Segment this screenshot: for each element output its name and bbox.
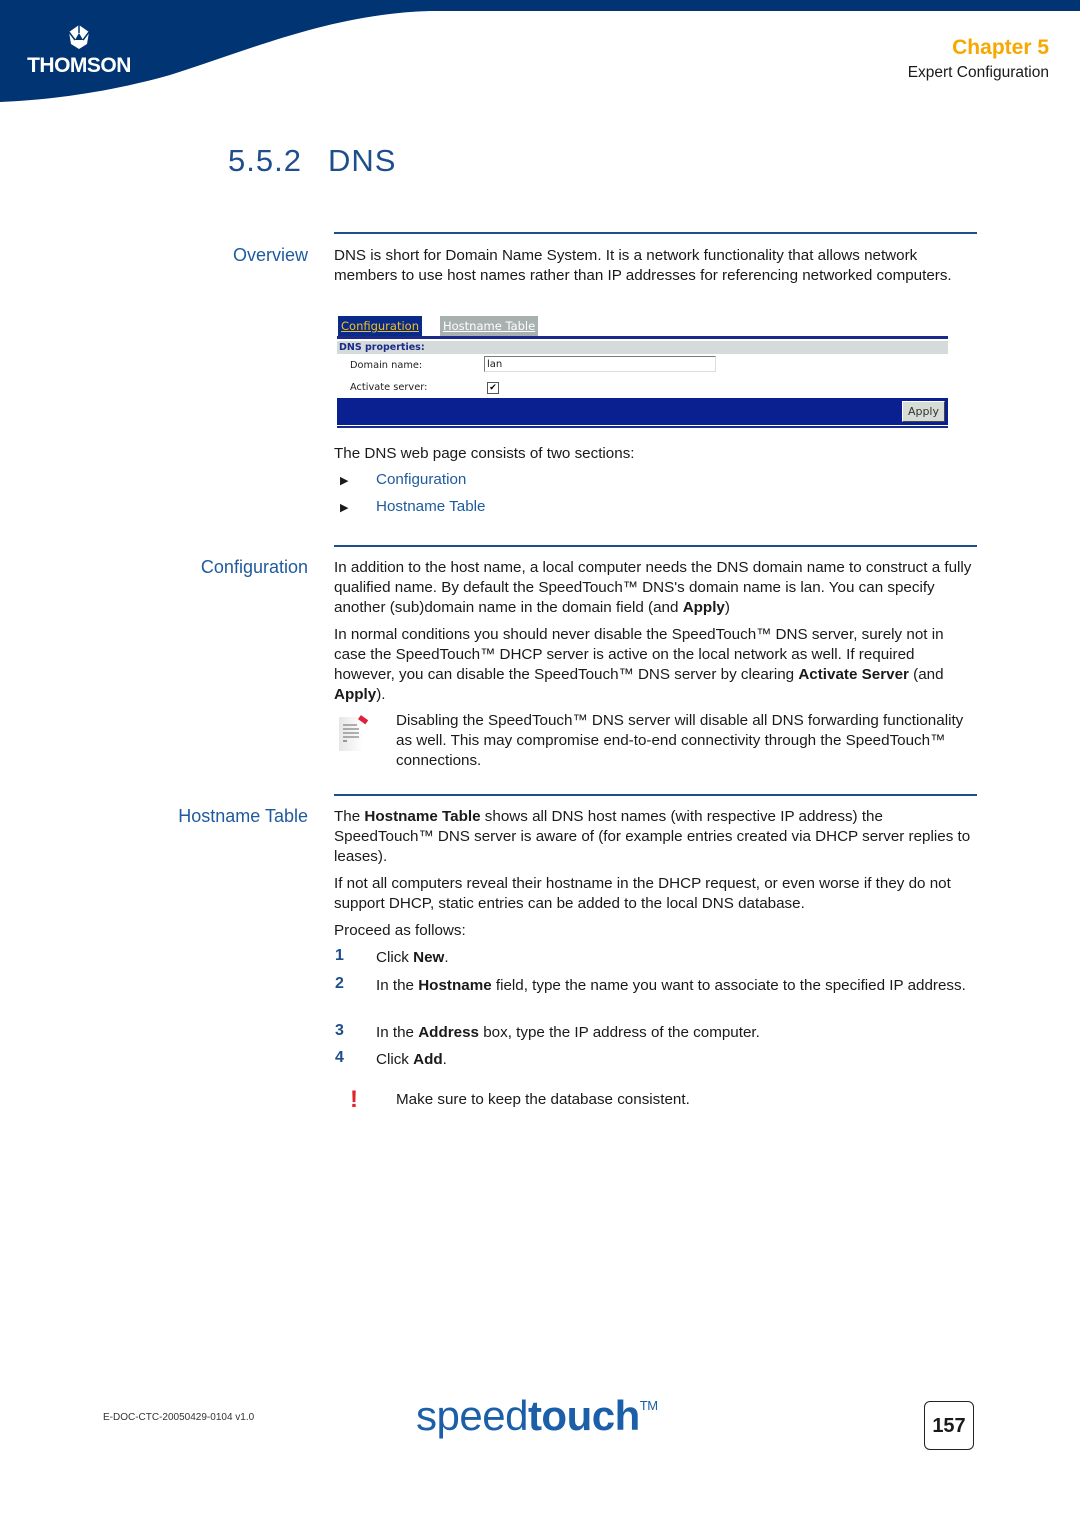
warning-icon: ! (350, 1086, 358, 1113)
trademark: TM (639, 1398, 658, 1413)
note-text: Disabling the SpeedTouch™ DNS server wil… (396, 712, 964, 769)
text: In addition to the host name, a local co… (334, 559, 972, 616)
activate-server-label: Activate server: (350, 382, 428, 393)
step-number: 1 (335, 947, 344, 964)
domain-name-label: Domain name: (350, 360, 423, 371)
logo-light: speed (416, 1392, 528, 1439)
text: box, type the IP address of the computer… (479, 1024, 760, 1041)
section-divider (334, 794, 977, 796)
bullet-icon: ▶ (340, 502, 349, 514)
step-text: Click Add. (376, 1050, 981, 1070)
text: Click (376, 949, 414, 966)
emphasis: Activate Server (798, 666, 909, 683)
text: (and (908, 666, 944, 683)
page-number: 157 (924, 1401, 974, 1450)
chapter-number: Chapter 5 (952, 36, 1049, 59)
text: ). (376, 686, 386, 703)
page-title: 5.5.2 DNS (228, 143, 396, 179)
step-text: In the Address box, type the IP address … (376, 1023, 981, 1043)
tab-hostname-table[interactable]: Hostname Table (440, 316, 539, 336)
step-text: In the Hostname field, type the name you… (376, 976, 981, 996)
text: . (444, 949, 449, 966)
link-hostname-table[interactable]: Hostname Table (376, 498, 485, 515)
section-divider (334, 545, 977, 547)
emphasis: Apply (682, 599, 725, 616)
apply-button[interactable]: Apply (901, 401, 945, 422)
text: In the (376, 1024, 419, 1041)
text: Click (376, 1051, 414, 1068)
step-number: 4 (335, 1049, 344, 1066)
warning-text: Make sure to keep the database consisten… (396, 1091, 690, 1108)
thomson-logo: THOMSON (24, 24, 134, 78)
text: The (334, 808, 365, 825)
section-title: DNS (327, 143, 397, 178)
hostname-paragraph-2: If not all computers reveal their hostna… (334, 875, 951, 912)
thomson-mark-icon (68, 25, 90, 49)
domain-name-input[interactable]: lan (484, 356, 716, 372)
chapter-heading: Chapter 5 Expert Configuration (908, 36, 1049, 82)
emphasis: Add (413, 1051, 443, 1068)
bullet-icon: ▶ (340, 475, 349, 487)
configuration-label: Configuration (200, 557, 308, 577)
chapter-subtitle: Expert Configuration (907, 64, 1049, 81)
text: . (442, 1051, 447, 1068)
brand-name: THOMSON (27, 54, 131, 77)
logo-bold: touch (527, 1392, 640, 1439)
dns-properties-header: DNS properties: (337, 341, 948, 354)
emphasis: Apply (334, 686, 377, 703)
emphasis: Hostname (418, 977, 492, 994)
dns-webui-screenshot: Configuration Hostname Table DNS propert… (337, 314, 948, 430)
hostname-table-label: Hostname Table (178, 806, 308, 826)
step-text: Click New. (376, 948, 981, 968)
overview-text: DNS is short for Domain Name System. It … (334, 247, 952, 284)
emphasis: Address (418, 1024, 479, 1041)
speedtouch-logo: speedtouchTM (416, 1392, 658, 1440)
text: In the (376, 977, 419, 994)
section-divider (334, 232, 977, 234)
emphasis: New (413, 949, 445, 966)
webui-action-bar: Apply (337, 398, 948, 425)
configuration-paragraph-1: In addition to the host name, a local co… (334, 558, 979, 618)
webui-bottom-rule (337, 426, 948, 428)
sections-intro: The DNS web page consists of two section… (334, 445, 635, 462)
step-number: 3 (335, 1022, 344, 1039)
overview-label: Overview (232, 245, 308, 265)
text: ) (724, 599, 730, 616)
activate-server-checkbox[interactable]: ✔ (487, 382, 499, 394)
proceed-text: Proceed as follows: (334, 922, 466, 939)
step-number: 2 (335, 975, 344, 992)
webui-divider (337, 336, 948, 339)
hostname-paragraph-1: The Hostname Table shows all DNS host na… (334, 807, 979, 867)
tab-configuration[interactable]: Configuration (338, 316, 422, 336)
note-icon (339, 715, 369, 751)
section-number: 5.5.2 (228, 143, 302, 178)
emphasis: Hostname Table (364, 808, 481, 825)
link-configuration[interactable]: Configuration (376, 471, 466, 488)
text: field, type the name you want to associa… (491, 977, 966, 994)
configuration-paragraph-2: In normal conditions you should never di… (334, 625, 979, 705)
document-id: E-DOC-CTC-20050429-0104 v1.0 (103, 1412, 255, 1423)
